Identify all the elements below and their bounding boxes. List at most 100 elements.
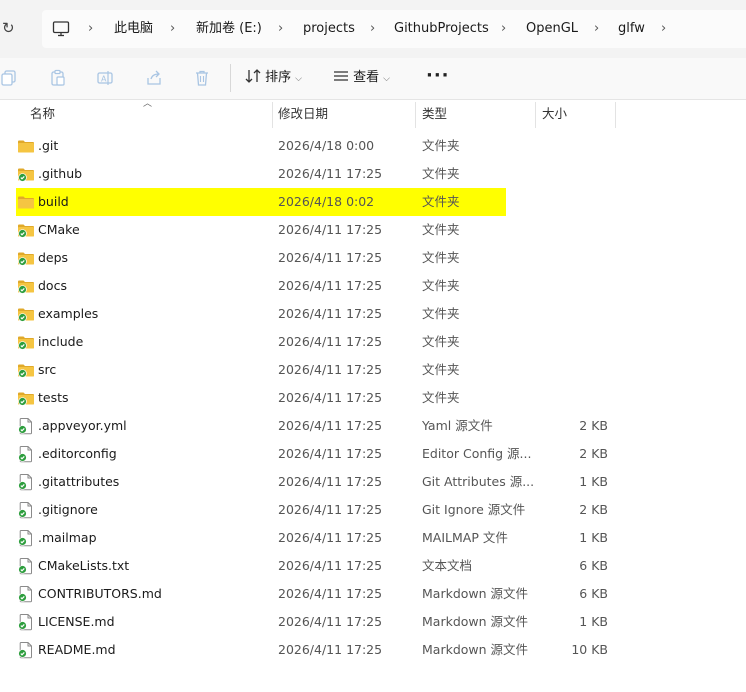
file-size: 2 KB bbox=[579, 446, 608, 461]
view-button[interactable]: 查看 ⌵ bbox=[333, 67, 390, 89]
file-name[interactable]: .gitignore bbox=[38, 496, 98, 524]
sort-icon bbox=[245, 69, 261, 83]
file-name[interactable]: .mailmap bbox=[38, 524, 97, 552]
file-size: 10 KB bbox=[571, 642, 608, 657]
column-divider[interactable] bbox=[272, 102, 273, 128]
file-date: 2026/4/11 17:25 bbox=[278, 334, 383, 349]
breadcrumb-separator[interactable]: › bbox=[88, 20, 93, 38]
file-row[interactable]: CMakeLists.txt 2026/4/11 17:25 文本文档 6 KB bbox=[0, 552, 746, 580]
file-size: 2 KB bbox=[579, 418, 608, 433]
file-synced-icon bbox=[18, 558, 32, 575]
file-type: 文件夹 bbox=[422, 194, 460, 209]
file-name[interactable]: include bbox=[38, 328, 83, 356]
folder-synced-icon bbox=[18, 252, 34, 266]
file-row[interactable]: .editorconfig 2026/4/11 17:25 Editor Con… bbox=[0, 440, 746, 468]
file-type: 文件夹 bbox=[422, 306, 460, 321]
this-pc-icon[interactable] bbox=[52, 20, 70, 38]
file-row[interactable]: .gitattributes 2026/4/11 17:25 Git Attri… bbox=[0, 468, 746, 496]
file-row[interactable]: .appveyor.yml 2026/4/11 17:25 Yaml 源文件 2… bbox=[0, 412, 746, 440]
file-date: 2026/4/11 17:25 bbox=[278, 642, 383, 657]
file-name[interactable]: .github bbox=[38, 160, 82, 188]
breadcrumb-separator[interactable]: › bbox=[170, 20, 175, 38]
file-name[interactable]: LICENSE.md bbox=[38, 608, 115, 636]
file-size: 6 KB bbox=[579, 586, 608, 601]
file-date: 2026/4/11 17:25 bbox=[278, 446, 383, 461]
file-type: Git Attributes 源... bbox=[422, 474, 535, 489]
delete-icon[interactable] bbox=[193, 69, 211, 87]
chevron-down-icon: ⌵ bbox=[383, 74, 390, 84]
file-row[interactable]: examples 2026/4/11 17:25 文件夹 bbox=[0, 300, 746, 328]
file-name[interactable]: README.md bbox=[38, 636, 116, 664]
view-label: 查看 bbox=[353, 70, 380, 85]
column-header-name[interactable]: 名称 bbox=[30, 100, 55, 128]
breadcrumb-separator[interactable]: › bbox=[370, 20, 375, 38]
file-name[interactable]: tests bbox=[38, 384, 69, 412]
file-synced-icon bbox=[18, 614, 32, 631]
file-row[interactable]: README.md 2026/4/11 17:25 Markdown 源文件 1… bbox=[0, 636, 746, 664]
file-name[interactable]: .git bbox=[38, 132, 58, 160]
breadcrumb-item-opengl[interactable]: OpenGL bbox=[526, 20, 578, 38]
folder-synced-icon bbox=[18, 168, 34, 182]
file-row[interactable]: deps 2026/4/11 17:25 文件夹 bbox=[0, 244, 746, 272]
file-row[interactable]: CMake 2026/4/11 17:25 文件夹 bbox=[0, 216, 746, 244]
file-date: 2026/4/11 17:25 bbox=[278, 390, 383, 405]
file-name[interactable]: .appveyor.yml bbox=[38, 412, 127, 440]
column-header-type[interactable]: 类型 bbox=[422, 100, 447, 128]
folder-synced-icon bbox=[18, 308, 34, 322]
file-row[interactable]: CONTRIBUTORS.md 2026/4/11 17:25 Markdown… bbox=[0, 580, 746, 608]
file-type: 文件夹 bbox=[422, 138, 460, 153]
file-size: 1 KB bbox=[579, 614, 608, 629]
column-header-size[interactable]: 大小 bbox=[542, 100, 567, 128]
breadcrumb-separator[interactable]: › bbox=[594, 20, 599, 38]
column-divider[interactable] bbox=[415, 102, 416, 128]
breadcrumb-item-this-pc[interactable]: 此电脑 bbox=[114, 20, 153, 38]
file-date: 2026/4/18 0:00 bbox=[278, 138, 375, 153]
column-header-date[interactable]: 修改日期 bbox=[278, 100, 328, 128]
file-row[interactable]: .mailmap 2026/4/11 17:25 MAILMAP 文件 1 KB bbox=[0, 524, 746, 552]
file-date: 2026/4/11 17:25 bbox=[278, 250, 383, 265]
copy-icon[interactable] bbox=[0, 69, 18, 87]
file-name[interactable]: CMakeLists.txt bbox=[38, 552, 129, 580]
command-bar: A 排序 ⌵ 查看 ⌵ ··· bbox=[0, 58, 746, 100]
rename-icon[interactable]: A bbox=[96, 69, 114, 87]
sort-button[interactable]: 排序 ⌵ bbox=[245, 67, 302, 89]
folder-synced-icon bbox=[18, 224, 34, 238]
breadcrumb-separator[interactable]: › bbox=[278, 20, 283, 38]
file-name[interactable]: src bbox=[38, 356, 56, 384]
file-name[interactable]: examples bbox=[38, 300, 98, 328]
folder-synced-icon bbox=[18, 280, 34, 294]
file-synced-icon bbox=[18, 502, 32, 519]
file-type: 文件夹 bbox=[422, 278, 460, 293]
refresh-icon[interactable]: ↻ bbox=[2, 20, 18, 36]
file-name[interactable]: CMake bbox=[38, 216, 80, 244]
file-name[interactable]: deps bbox=[38, 244, 68, 272]
file-name[interactable]: build bbox=[38, 188, 69, 216]
file-row[interactable]: LICENSE.md 2026/4/11 17:25 Markdown 源文件 … bbox=[0, 608, 746, 636]
breadcrumb-item-glfw[interactable]: glfw bbox=[618, 20, 645, 38]
file-name[interactable]: .gitattributes bbox=[38, 468, 119, 496]
file-name[interactable]: CONTRIBUTORS.md bbox=[38, 580, 162, 608]
file-row[interactable]: tests 2026/4/11 17:25 文件夹 bbox=[0, 384, 746, 412]
file-row[interactable]: build 2026/4/18 0:02 文件夹 bbox=[0, 188, 746, 216]
column-divider[interactable] bbox=[535, 102, 536, 128]
share-icon[interactable] bbox=[145, 69, 163, 87]
breadcrumb-item-githubprojects[interactable]: GithubProjects bbox=[394, 20, 489, 38]
breadcrumb-item-projects[interactable]: projects bbox=[303, 20, 355, 38]
file-row[interactable]: src 2026/4/11 17:25 文件夹 bbox=[0, 356, 746, 384]
file-name[interactable]: docs bbox=[38, 272, 67, 300]
file-date: 2026/4/11 17:25 bbox=[278, 362, 383, 377]
file-row[interactable]: include 2026/4/11 17:25 文件夹 bbox=[0, 328, 746, 356]
file-row[interactable]: docs 2026/4/11 17:25 文件夹 bbox=[0, 272, 746, 300]
column-divider[interactable] bbox=[615, 102, 616, 128]
file-row[interactable]: .gitignore 2026/4/11 17:25 Git Ignore 源文… bbox=[0, 496, 746, 524]
file-row[interactable]: .git 2026/4/18 0:00 文件夹 bbox=[0, 132, 746, 160]
file-type: 文本文档 bbox=[422, 558, 473, 573]
breadcrumb-item-drive[interactable]: 新加卷 (E:) bbox=[196, 20, 262, 38]
file-row[interactable]: .github 2026/4/11 17:25 文件夹 bbox=[0, 160, 746, 188]
file-name[interactable]: .editorconfig bbox=[38, 440, 117, 468]
more-options-button[interactable]: ··· bbox=[426, 65, 450, 86]
breadcrumb-separator[interactable]: › bbox=[661, 20, 666, 38]
breadcrumb-separator[interactable]: › bbox=[501, 20, 506, 38]
paste-icon[interactable] bbox=[49, 69, 67, 87]
breadcrumb[interactable]: › 此电脑 › 新加卷 (E:) › projects › GithubProj… bbox=[42, 10, 746, 48]
